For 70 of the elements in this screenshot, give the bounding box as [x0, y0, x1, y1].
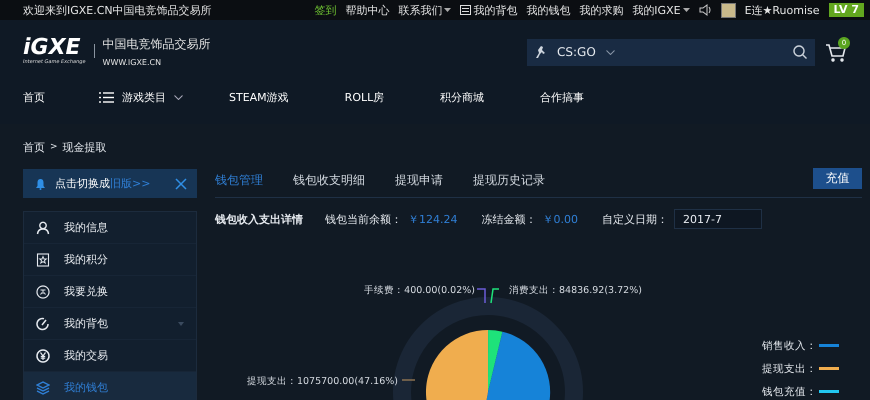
person-icon: [36, 220, 50, 234]
top-link[interactable]: 联系我们: [398, 2, 452, 18]
site-url: WWW.IGXE.CN: [102, 58, 162, 66]
legend-label: 钱包充值：: [762, 386, 817, 398]
sidebar-item[interactable]: 我要兑换: [24, 276, 196, 308]
slice-label: 消费支出：84836.92(3.72%): [509, 285, 642, 296]
tab[interactable]: 提现历史记录: [473, 172, 545, 188]
tab[interactable]: 提现申请: [395, 172, 443, 188]
nav-link[interactable]: 游戏类目: [99, 90, 183, 104]
nav-link[interactable]: 积分商城: [440, 90, 484, 104]
balance-value: ￥124.24: [408, 212, 458, 226]
nav-link[interactable]: 合作搞事: [540, 90, 584, 104]
list-icon: [99, 92, 114, 102]
avatar[interactable]: [720, 2, 736, 18]
slice-label: 提现支出：1075700.00(47.16%): [246, 376, 398, 387]
welcome-text: 欢迎来到IGXE.CN中国电竞饰品交易所: [23, 2, 212, 18]
leader-line: [477, 288, 486, 303]
nav-link[interactable]: STEAM游戏: [229, 90, 289, 104]
yen-coin-icon: [36, 348, 50, 362]
balance-label: 钱包当前余额：: [325, 212, 402, 226]
arc-icon: [36, 316, 50, 330]
section-title: 钱包收入支出详情: [215, 212, 303, 226]
caret-icon: [682, 8, 690, 12]
breadcrumb-link[interactable]: 首页: [23, 140, 45, 154]
bell-icon: [35, 178, 46, 190]
frozen-label: 冻结金额：: [482, 212, 536, 226]
speaker-icon: [698, 4, 712, 16]
site-name: 中国电竞饰品交易所: [102, 36, 211, 52]
close-button[interactable]: [175, 178, 187, 190]
notice-text: 点击切换成: [55, 177, 110, 190]
leader-line: [490, 288, 499, 304]
top-link[interactable]: 签到: [314, 2, 336, 18]
legend-label: 提现支出：: [762, 363, 817, 375]
username-link[interactable]: E连★Ruomise: [744, 2, 820, 18]
recharge-button[interactable]: 充值: [813, 168, 862, 188]
sidebar-item[interactable]: 我的背包: [24, 308, 196, 340]
frozen-value: ￥0.00: [542, 212, 578, 226]
top-link[interactable]: 我的求购: [579, 2, 624, 18]
legend-label: 销售收入：: [762, 340, 817, 352]
close-icon: [175, 178, 187, 190]
slice-label: 手续费：400.00(0.02%): [364, 285, 475, 296]
leader-line: [402, 379, 415, 381]
nav-link[interactable]: ROLL房: [344, 90, 384, 104]
sidebar-item[interactable]: 我的积分: [24, 244, 196, 276]
tab[interactable]: 钱包收支明细: [293, 172, 365, 188]
top-link[interactable]: 我的IGXE: [632, 2, 690, 18]
tab[interactable]: 钱包管理: [215, 172, 263, 188]
layers-icon: [36, 380, 50, 394]
list-icon: [460, 5, 472, 15]
search-field[interactable]: CS:GO: [527, 38, 815, 66]
breadcrumb-separator: >: [50, 142, 58, 152]
chevron-icon: [174, 94, 183, 100]
caret-icon: [444, 8, 452, 12]
top-link[interactable]: 帮助中心: [345, 2, 390, 18]
top-link[interactable]: 我的背包: [460, 2, 518, 18]
nav-link[interactable]: 首页: [23, 90, 45, 104]
sidebar-item[interactable]: 我的钱包: [24, 372, 196, 400]
sidebar-item[interactable]: 我的信息: [24, 212, 196, 244]
level-badge: LV 7: [828, 3, 864, 17]
caret-icon: [178, 322, 184, 326]
top-link[interactable]: 我的钱包: [526, 2, 570, 18]
breadcrumb-link[interactable]: 现金提取: [62, 140, 107, 154]
search-icon: [793, 45, 807, 59]
star-badge-icon: [36, 252, 50, 266]
date-label: 自定义日期：: [602, 212, 668, 226]
date-field[interactable]: 2017-7: [674, 209, 762, 229]
soldier-icon: [535, 45, 547, 59]
chevron-icon: [606, 50, 615, 54]
logo-text[interactable]: iGXE: [23, 37, 86, 59]
coin-icon: [36, 284, 50, 298]
